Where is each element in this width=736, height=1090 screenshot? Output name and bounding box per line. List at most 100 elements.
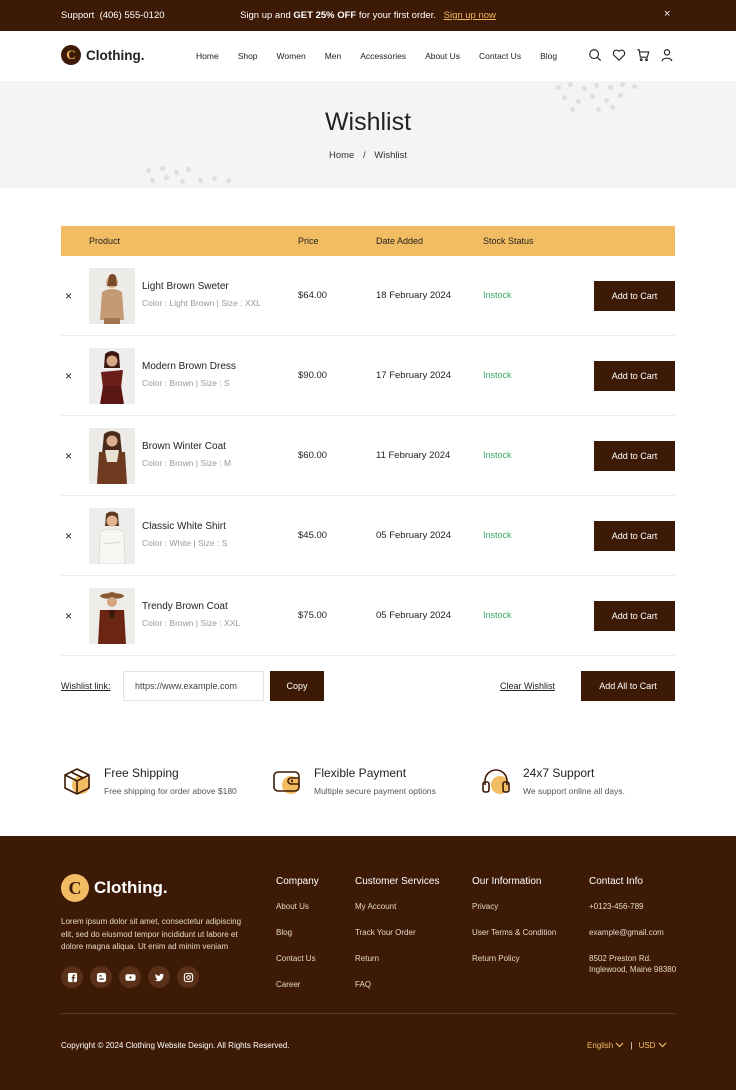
add-to-cart-button[interactable]: Add to Cart <box>594 441 675 471</box>
social-links <box>61 966 199 988</box>
site-header: C Clothing. Home Shop Women Men Accessor… <box>0 31 736 81</box>
footer-link-faq[interactable]: FAQ <box>355 979 439 990</box>
remove-icon[interactable]: × <box>65 369 72 383</box>
breadcrumb: Home / Wishlist <box>0 150 736 161</box>
heart-icon[interactable] <box>612 48 626 62</box>
footer-link-about[interactable]: About Us <box>276 901 319 912</box>
product-name[interactable]: Trendy Brown Coat <box>142 601 228 612</box>
footer-logo[interactable]: C Clothing. <box>61 874 168 902</box>
table-row: × Trendy Brown Coat Color : Brown | Size… <box>61 576 675 656</box>
announcement-bar: Support (406) 555-0120 Sign up and GET 2… <box>0 0 736 31</box>
feature-title: 24x7 Support <box>523 766 595 780</box>
facebook-icon[interactable] <box>61 966 83 988</box>
header-price: Price <box>298 236 319 246</box>
feature-title: Free Shipping <box>104 766 179 780</box>
copy-button[interactable]: Copy <box>270 671 324 701</box>
footer-link-return[interactable]: Return <box>355 953 439 964</box>
search-icon[interactable] <box>588 48 602 62</box>
blogger-icon[interactable] <box>90 966 112 988</box>
product-image[interactable] <box>89 508 135 564</box>
language-select[interactable]: English <box>587 1041 624 1050</box>
product-name[interactable]: Brown Winter Coat <box>142 441 226 452</box>
footer-column-customer-services: Customer Services My Account Track Your … <box>355 876 439 1005</box>
currency-value: USD <box>638 1041 656 1050</box>
footer-link-return-policy[interactable]: Return Policy <box>472 953 556 964</box>
nav-men[interactable]: Men <box>325 51 342 61</box>
product-image[interactable] <box>89 428 135 484</box>
footer-link-terms[interactable]: User Terms & Condition <box>472 927 556 938</box>
product-name[interactable]: Classic White Shirt <box>142 521 226 532</box>
footer-heading: Our Information <box>472 876 542 887</box>
product-image[interactable] <box>89 268 135 324</box>
wishlist-link-input[interactable] <box>123 671 264 701</box>
product-price: $75.00 <box>298 610 328 621</box>
user-icon[interactable] <box>660 48 674 62</box>
instagram-icon[interactable] <box>177 966 199 988</box>
nav-shop[interactable]: Shop <box>238 51 258 61</box>
product-name[interactable]: Modern Brown Dress <box>142 361 236 372</box>
contact-email[interactable]: example@gmail.com <box>589 927 679 938</box>
product-image[interactable] <box>89 588 135 644</box>
twitter-icon[interactable] <box>148 966 170 988</box>
main-nav: Home Shop Women Men Accessories About Us… <box>196 51 576 61</box>
nav-home[interactable]: Home <box>196 51 219 61</box>
nav-blog[interactable]: Blog <box>540 51 557 61</box>
stock-status: Instock <box>483 290 512 300</box>
headset-icon <box>480 765 512 802</box>
add-to-cart-button[interactable]: Add to Cart <box>594 601 675 631</box>
product-price: $60.00 <box>298 450 328 461</box>
decorative-dots <box>142 165 242 188</box>
youtube-icon[interactable] <box>119 966 141 988</box>
footer-link-contact[interactable]: Contact Us <box>276 953 319 964</box>
currency-select[interactable]: USD <box>639 1041 667 1050</box>
product-name[interactable]: Light Brown Sweter <box>142 281 229 292</box>
remove-icon[interactable]: × <box>65 289 72 303</box>
footer-link-career[interactable]: Career <box>276 979 319 990</box>
feature-desc: Free shipping for order above $180 <box>104 786 237 796</box>
promo-text: Sign up and GET 25% OFF for your first o… <box>0 10 736 21</box>
product-price: $64.00 <box>298 290 328 301</box>
close-icon[interactable]: × <box>664 8 670 20</box>
remove-icon[interactable]: × <box>65 609 72 623</box>
date-added: 18 February 2024 <box>376 290 451 301</box>
logo-name: Clothing. <box>86 47 145 63</box>
footer-link-privacy[interactable]: Privacy <box>472 901 556 912</box>
product-price: $45.00 <box>298 530 328 541</box>
language-value: English <box>587 1041 614 1050</box>
footer-link-track-order[interactable]: Track Your Order <box>355 927 439 938</box>
stock-status: Instock <box>483 610 512 620</box>
nav-accessories[interactable]: Accessories <box>360 51 406 61</box>
footer-link-my-account[interactable]: My Account <box>355 901 439 912</box>
breadcrumb-home[interactable]: Home <box>329 150 354 161</box>
add-all-to-cart-button[interactable]: Add All to Cart <box>581 671 675 701</box>
contact-phone[interactable]: +0123-456-789 <box>589 901 679 912</box>
product-meta: Color : Brown | Size : XXL <box>142 618 241 628</box>
product-meta: Color : Brown | Size : M <box>142 458 232 468</box>
add-to-cart-button[interactable]: Add to Cart <box>594 521 675 551</box>
page-title: Wishlist <box>324 108 412 136</box>
feature-free-shipping: Free Shipping Free shipping for order ab… <box>61 765 237 802</box>
add-to-cart-button[interactable]: Add to Cart <box>594 281 675 311</box>
remove-icon[interactable]: × <box>65 529 72 543</box>
clear-wishlist-link[interactable]: Clear Wishlist <box>500 681 555 691</box>
feature-flexible-payment: Flexible Payment Multiple secure payment… <box>271 765 436 802</box>
header-stock: Stock Status <box>483 236 534 246</box>
nav-contact[interactable]: Contact Us <box>479 51 521 61</box>
cart-icon[interactable] <box>636 48 650 62</box>
locale-selectors: English | USD <box>587 1041 667 1050</box>
header-date: Date Added <box>376 236 424 246</box>
add-to-cart-button[interactable]: Add to Cart <box>594 361 675 391</box>
signup-link[interactable]: Sign up now <box>444 10 496 21</box>
site-logo[interactable]: C Clothing. <box>61 45 144 65</box>
contact-address: 8502 Preston Rd. Inglewood, Maine 98380 <box>589 954 677 974</box>
stock-status: Instock <box>483 530 512 540</box>
nav-women[interactable]: Women <box>277 51 306 61</box>
product-meta: Color : Brown | Size : S <box>142 378 230 388</box>
wishlist-link-label: Wishlist link: <box>61 681 111 691</box>
nav-about[interactable]: About Us <box>425 51 460 61</box>
remove-icon[interactable]: × <box>65 449 72 463</box>
stock-status: Instock <box>483 370 512 380</box>
product-image[interactable] <box>89 348 135 404</box>
breadcrumb-current: Wishlist <box>374 150 407 161</box>
footer-link-blog[interactable]: Blog <box>276 927 319 938</box>
